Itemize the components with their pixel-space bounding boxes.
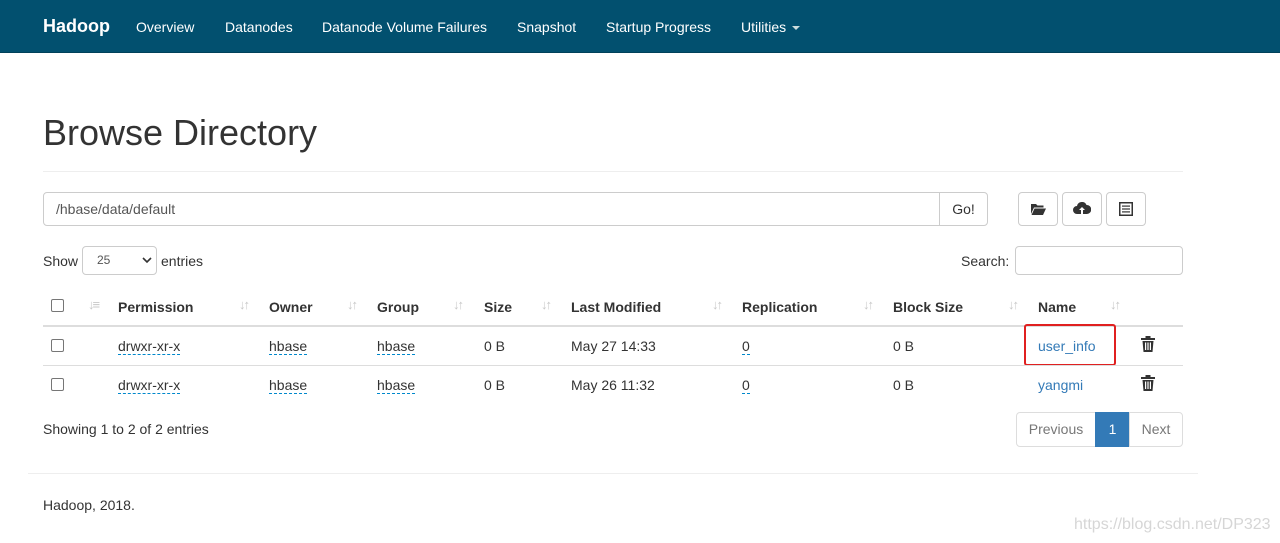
size-value: 0 B	[484, 338, 506, 354]
row-checkbox[interactable]	[51, 339, 64, 352]
header-size[interactable]: Size	[484, 299, 512, 315]
create-directory-button[interactable]	[1018, 192, 1058, 226]
replication-value[interactable]: 0	[742, 338, 750, 355]
select-all-checkbox[interactable]	[51, 299, 64, 312]
previous-page-button[interactable]: Previous	[1016, 412, 1096, 447]
directory-name-link[interactable]: yangmi	[1038, 377, 1083, 393]
permission-value[interactable]: drwxr-xr-x	[118, 338, 181, 355]
upload-files-button[interactable]	[1062, 192, 1102, 226]
sort-icon: ↓↑	[712, 297, 723, 312]
sort-icon: ↓↑	[1110, 297, 1121, 312]
permission-value[interactable]: drwxr-xr-x	[118, 377, 181, 394]
cloud-upload-icon	[1073, 202, 1091, 214]
size-value: 0 B	[484, 377, 506, 393]
nav-utilities-dropdown[interactable]: Utilities	[741, 19, 801, 35]
owner-value[interactable]: hbase	[269, 338, 308, 355]
search-input[interactable]	[1015, 246, 1183, 275]
group-value[interactable]: hbase	[377, 377, 416, 394]
nav-startup-progress[interactable]: Startup Progress	[606, 19, 711, 35]
caret-down-icon	[792, 26, 801, 31]
header-last-modified[interactable]: Last Modified	[571, 299, 661, 315]
row-checkbox[interactable]	[51, 378, 64, 391]
title-divider	[43, 171, 1183, 172]
header-block-size[interactable]: Block Size	[893, 299, 963, 315]
sort-icon: ↓↑	[1008, 297, 1019, 312]
footer-divider	[28, 473, 1198, 474]
watermark: https://blog.csdn.net/DP323	[1074, 516, 1271, 533]
group-value[interactable]: hbase	[377, 338, 416, 355]
nav-snapshot[interactable]: Snapshot	[517, 19, 576, 35]
sort-icon: ↓↑	[239, 297, 250, 312]
footer-text: Hadoop, 2018.	[43, 497, 135, 513]
block-size-value: 0 B	[893, 338, 915, 354]
list-alt-icon	[1119, 202, 1133, 216]
chevron-down-icon	[142, 257, 152, 264]
header-name[interactable]: Name	[1038, 299, 1076, 315]
last-modified-value: May 26 11:32	[571, 377, 655, 393]
entries-per-page-select[interactable]: 25	[82, 246, 157, 275]
show-label: Show	[43, 253, 79, 269]
header-group[interactable]: Group	[377, 299, 419, 315]
sort-icon: ↓↑	[541, 297, 552, 312]
nav-utilities-label: Utilities	[741, 19, 787, 35]
go-button[interactable]: Go!	[939, 192, 988, 226]
entries-select-value: 25	[97, 253, 111, 267]
directory-path-input[interactable]	[43, 192, 940, 226]
trash-icon[interactable]	[1141, 336, 1155, 352]
sort-icon: ↓↑	[453, 297, 464, 312]
table-header-divider	[43, 325, 1183, 327]
entries-label: entries	[161, 253, 204, 269]
nav-datanodes[interactable]: Datanodes	[225, 19, 293, 35]
top-navbar: Hadoop Overview Datanodes Datanode Volum…	[0, 0, 1280, 53]
trash-icon[interactable]	[1141, 375, 1155, 391]
header-permission[interactable]: Permission	[118, 299, 193, 315]
highlight-annotation	[1024, 324, 1116, 366]
folder-open-icon	[1031, 204, 1046, 215]
page-title: Browse Directory	[43, 112, 318, 153]
header-owner[interactable]: Owner	[269, 299, 313, 315]
search-label: Search:	[961, 253, 1010, 269]
sort-icon[interactable]: ↓≡	[88, 297, 100, 312]
nav-datanode-volume-failures[interactable]: Datanode Volume Failures	[322, 19, 487, 35]
next-page-button[interactable]: Next	[1129, 412, 1183, 447]
owner-value[interactable]: hbase	[269, 377, 308, 394]
last-modified-value: May 27 14:33	[571, 338, 656, 354]
page-1-button[interactable]: 1	[1095, 412, 1130, 447]
sort-icon: ↓↑	[347, 297, 358, 312]
nav-overview[interactable]: Overview	[136, 19, 194, 35]
row-divider	[43, 365, 1183, 366]
sort-icon: ↓↑	[863, 297, 874, 312]
table-info: Showing 1 to 2 of 2 entries	[43, 421, 209, 437]
cut-paste-button[interactable]	[1106, 192, 1146, 226]
brand-logo[interactable]: Hadoop	[43, 16, 110, 37]
replication-value[interactable]: 0	[742, 377, 750, 394]
header-replication[interactable]: Replication	[742, 299, 817, 315]
block-size-value: 0 B	[893, 377, 915, 393]
